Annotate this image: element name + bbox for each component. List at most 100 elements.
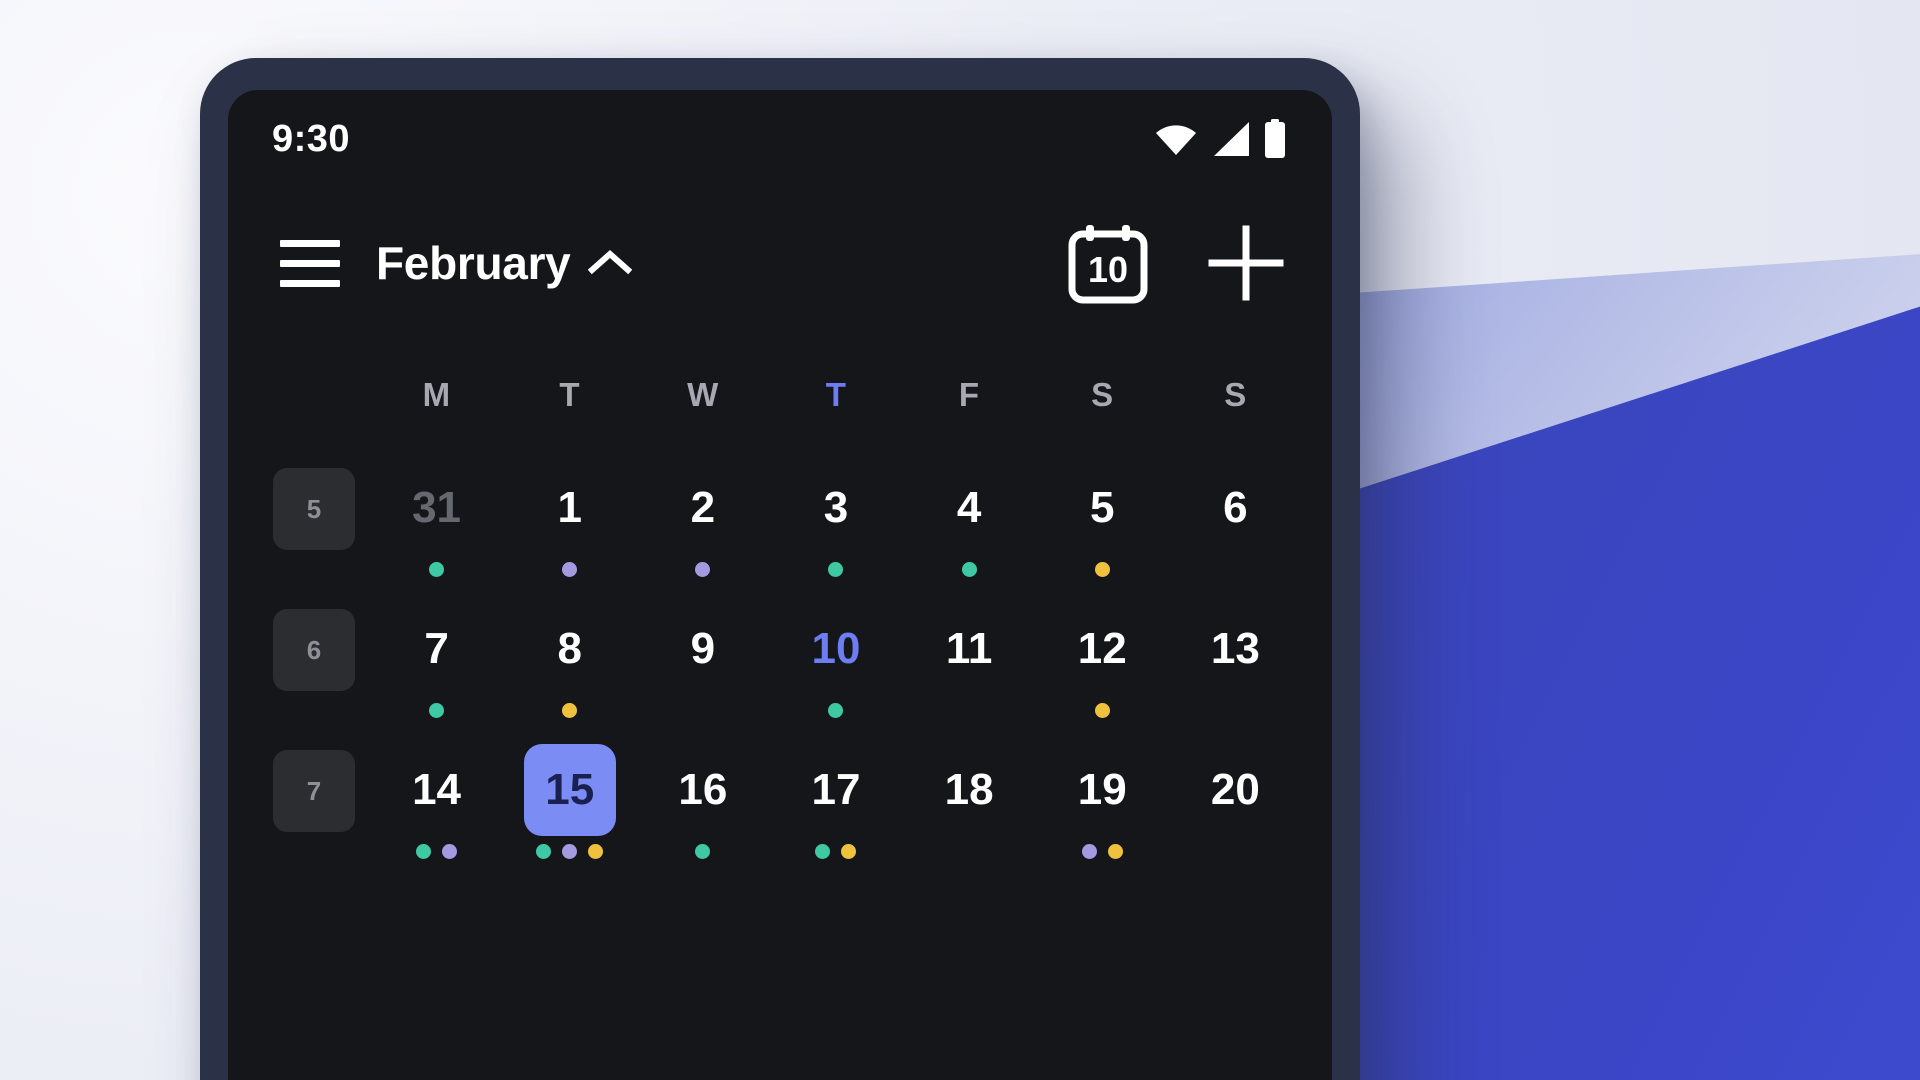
calendar-day-cell[interactable]: 18 xyxy=(903,744,1036,860)
event-dot-yellow xyxy=(562,702,578,718)
page-title: February xyxy=(376,237,571,289)
event-dot-yellow xyxy=(588,843,604,859)
calendar-day-cell[interactable]: 11 xyxy=(903,603,1036,719)
calendar-day-cell[interactable]: 14 xyxy=(370,744,503,860)
hamburger-menu-icon[interactable] xyxy=(268,221,352,305)
phone-screen: 9:30 February 10 M T W T F S S 5 31 1 2 … xyxy=(228,90,1332,1080)
week-number-cell: 6 xyxy=(258,603,370,691)
event-dot-row xyxy=(1094,560,1110,578)
event-dot-teal xyxy=(815,843,831,859)
calendar-day-cell[interactable]: 9 xyxy=(636,603,769,719)
day-number: 4 xyxy=(956,483,982,532)
day-number: 16 xyxy=(678,765,728,814)
event-dot-purple xyxy=(562,843,578,859)
week-number-cell: 5 xyxy=(258,462,370,550)
hamburger-bar xyxy=(280,259,340,267)
calendar-today-button[interactable]: 10 xyxy=(1060,215,1156,311)
week-number-column-spacer xyxy=(258,376,370,434)
event-dot-teal xyxy=(536,843,552,859)
event-dot-yellow xyxy=(841,843,857,859)
event-dot-row xyxy=(961,560,977,578)
event-dot-row xyxy=(695,842,711,860)
weekday-header-3: T xyxy=(825,376,847,413)
status-bar-clock: 9:30 xyxy=(272,117,351,160)
day-number: 14 xyxy=(412,765,462,814)
event-dot-row xyxy=(562,701,578,719)
event-dot-row xyxy=(429,560,445,578)
calendar-day-cell[interactable]: 2 xyxy=(636,462,769,578)
day-number: 19 xyxy=(1077,765,1127,814)
event-dot-teal xyxy=(828,561,844,577)
weekday-header-4: F xyxy=(958,376,980,413)
calendar-day-cell[interactable]: 19 xyxy=(1036,744,1169,860)
week-number-badge[interactable]: 7 xyxy=(273,750,355,832)
calendar-day-cell[interactable]: 4 xyxy=(903,462,1036,578)
plus-icon xyxy=(1208,225,1284,301)
weekday-header-row: MTWTFSS xyxy=(228,338,1332,434)
day-number: 20 xyxy=(1210,765,1260,814)
calendar-day-cell[interactable]: 16 xyxy=(636,744,769,860)
day-number: 13 xyxy=(1210,624,1260,673)
calendar-day-cell[interactable]: 12 xyxy=(1036,603,1169,719)
event-dot-yellow xyxy=(1094,561,1110,577)
weekday-header-1: T xyxy=(559,376,580,413)
calendar-day-cell[interactable]: 15 xyxy=(503,744,636,860)
calendar-week-row: 5 31 1 2 3 4 5 6 xyxy=(258,462,1302,603)
day-number: 17 xyxy=(811,765,861,814)
day-number: 6 xyxy=(1223,483,1248,532)
calendar-day-cell[interactable]: 17 xyxy=(769,744,902,860)
day-number: 12 xyxy=(1077,624,1127,673)
calendar-day-cell[interactable]: 8 xyxy=(503,603,636,719)
scene-background: 9:30 February 10 M T W T F S S 5 31 1 2 … xyxy=(0,0,1920,1080)
day-number: 31 xyxy=(412,483,462,532)
event-dot-row xyxy=(1094,701,1110,719)
calendar-day-cell[interactable]: 31 xyxy=(370,462,503,578)
calendar-day-cell[interactable]: 6 xyxy=(1169,462,1302,578)
day-number: 18 xyxy=(944,765,994,814)
event-dot-teal xyxy=(695,843,711,859)
week-number-badge[interactable]: 6 xyxy=(273,609,355,691)
event-dot-yellow xyxy=(1094,702,1110,718)
calendar-day-cell[interactable]: 3 xyxy=(769,462,902,578)
wifi-icon xyxy=(1156,125,1196,155)
calendar-day-cell[interactable]: 5 xyxy=(1036,462,1169,578)
status-bar-icons xyxy=(1154,119,1286,159)
weekday-header-5: S xyxy=(1091,376,1114,413)
event-dot-row xyxy=(828,560,844,578)
day-number: 15 xyxy=(523,744,616,836)
calendar-day-cell[interactable]: 1 xyxy=(503,462,636,578)
day-number: 1 xyxy=(557,483,582,532)
event-dot-teal xyxy=(416,843,432,859)
calendar-month-grid: 5 31 1 2 3 4 5 6 6 7 8 9 10 11 12 13 7 14 15 16 17 18 19 20 xyxy=(228,434,1332,885)
cellular-signal-icon xyxy=(1214,122,1249,156)
event-dot-purple xyxy=(442,843,458,859)
phone-device-frame: 9:30 February 10 M T W T F S S 5 31 1 2 … xyxy=(200,58,1360,1080)
weekday-header-6: S xyxy=(1224,376,1247,413)
event-dot-row xyxy=(536,842,604,860)
event-dot-row xyxy=(828,701,844,719)
day-number: 7 xyxy=(424,624,449,673)
event-dot-yellow xyxy=(1107,843,1123,859)
day-number: 11 xyxy=(945,624,993,673)
week-number-cell: 7 xyxy=(258,744,370,832)
battery-icon xyxy=(1265,119,1285,158)
hamburger-bar xyxy=(280,279,340,287)
status-bar: 9:30 xyxy=(228,90,1332,188)
month-selector[interactable]: February xyxy=(376,236,633,290)
event-dot-purple xyxy=(695,561,711,577)
week-number-badge[interactable]: 5 xyxy=(273,468,355,550)
calendar-week-row: 7 14 15 16 17 18 19 20 xyxy=(258,744,1302,885)
day-number: 10 xyxy=(811,624,861,673)
event-dot-row xyxy=(1081,842,1123,860)
calendar-day-cell[interactable]: 7 xyxy=(370,603,503,719)
calendar-day-cell[interactable]: 20 xyxy=(1169,744,1302,860)
event-dot-teal xyxy=(429,702,445,718)
event-dot-row xyxy=(695,560,711,578)
event-dot-teal xyxy=(828,702,844,718)
calendar-day-cell[interactable]: 13 xyxy=(1169,603,1302,719)
calendar-day-cell[interactable]: 10 xyxy=(769,603,902,719)
day-number: 3 xyxy=(823,483,849,532)
event-dot-row xyxy=(815,842,857,860)
add-event-button[interactable] xyxy=(1198,215,1294,311)
event-dot-purple xyxy=(1081,843,1097,859)
